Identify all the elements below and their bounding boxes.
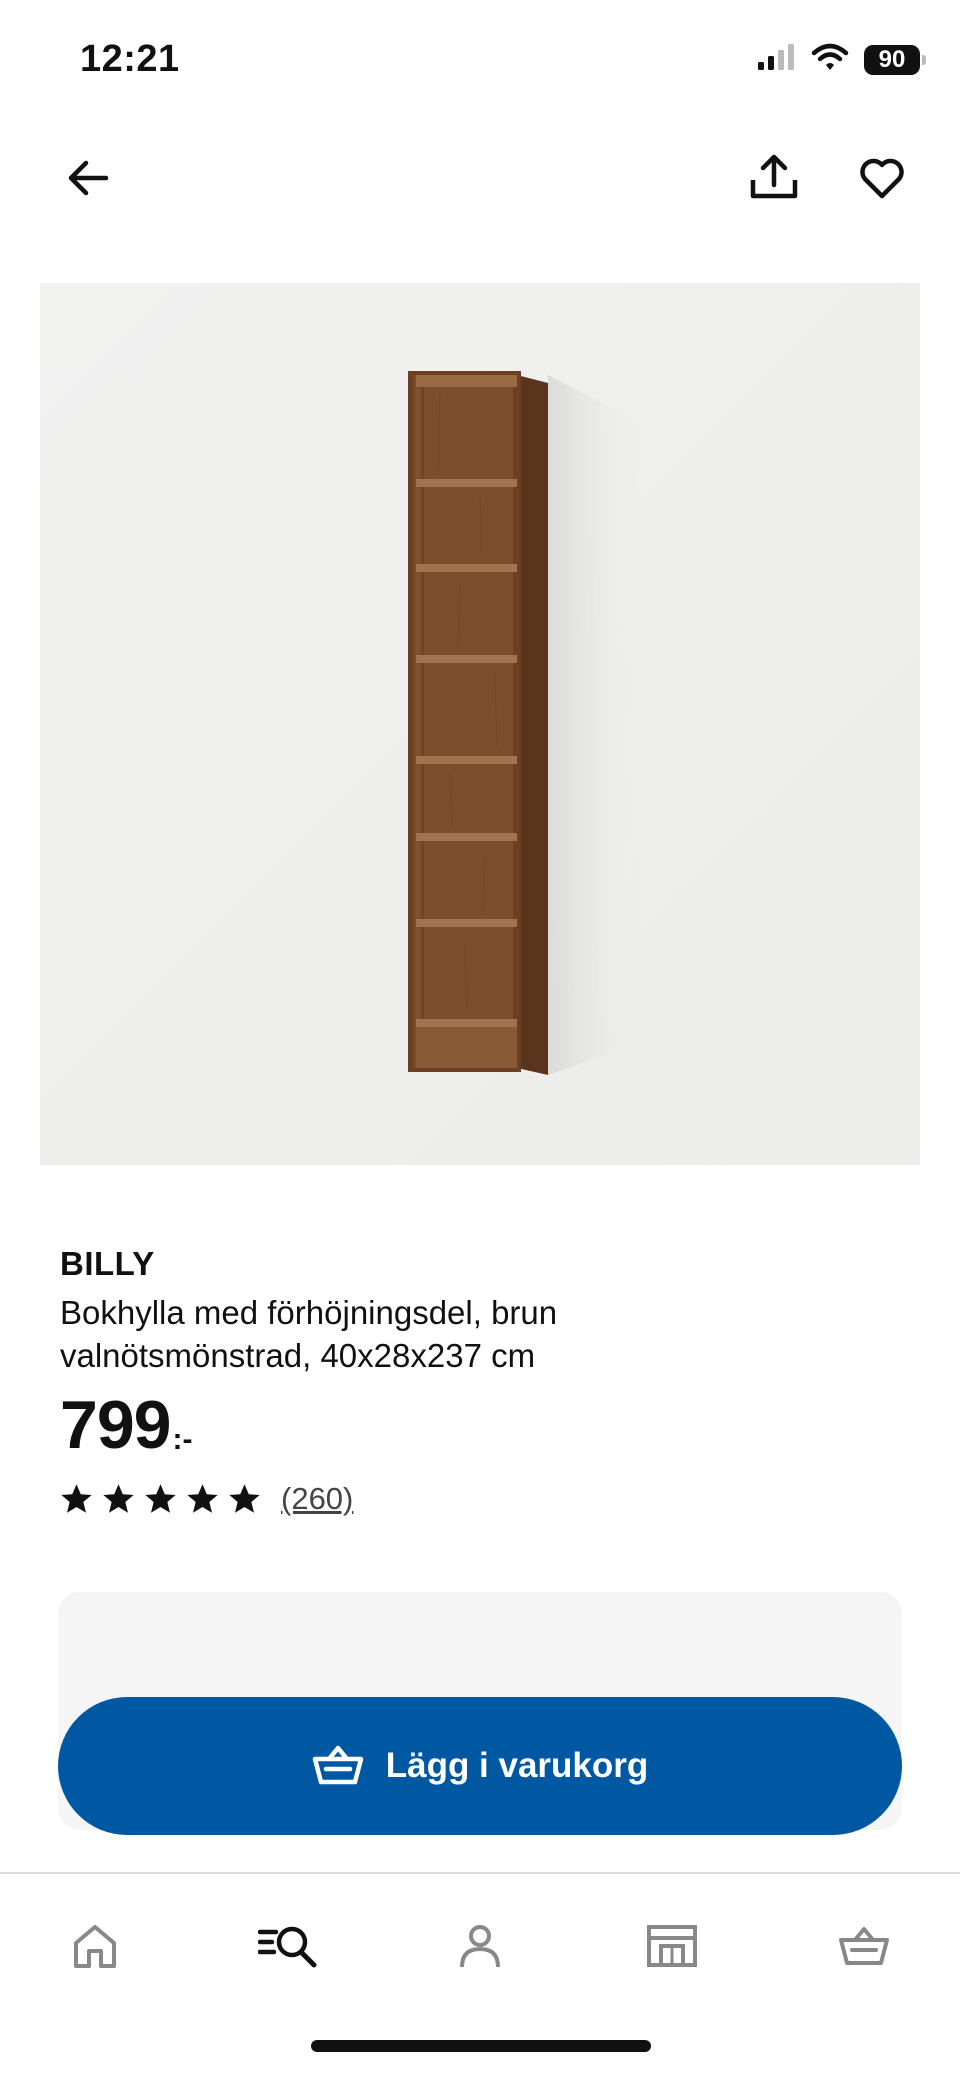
basket-icon xyxy=(312,1744,364,1789)
favourite-button[interactable] xyxy=(842,140,922,220)
arrow-left-icon xyxy=(64,154,112,207)
search-icon xyxy=(257,1923,318,1974)
price-value: 799 xyxy=(60,1387,171,1463)
top-nav xyxy=(0,130,960,230)
back-button[interactable] xyxy=(48,140,128,220)
bookshelf-illustration xyxy=(40,283,920,1165)
star-icon xyxy=(61,1484,92,1513)
store-icon xyxy=(646,1924,698,1973)
cart-basket-icon xyxy=(838,1925,890,1972)
tab-store[interactable] xyxy=(627,1908,717,1988)
wifi-icon xyxy=(810,42,850,77)
status-icons: 90 xyxy=(756,42,926,77)
product-description: Bokhylla med förhöjningsdel, brun valnöt… xyxy=(60,1294,558,1374)
price-suffix: :- xyxy=(172,1423,193,1456)
tab-profile[interactable] xyxy=(435,1908,525,1988)
home-indicator[interactable] xyxy=(311,2040,651,2052)
star-icon xyxy=(229,1484,260,1513)
tab-home[interactable] xyxy=(50,1908,140,1988)
tab-search[interactable] xyxy=(243,1908,333,1988)
product-image[interactable] xyxy=(40,283,920,1165)
heart-icon xyxy=(858,156,906,205)
battery-icon: 90 xyxy=(864,44,926,75)
product-name: BILLY xyxy=(60,1245,155,1282)
status-time: 12:21 xyxy=(80,38,180,80)
add-to-cart-label: Lägg i varukorg xyxy=(385,1746,649,1785)
star-icon xyxy=(187,1484,218,1513)
rating-row[interactable]: (260) xyxy=(60,1481,900,1517)
price: 799 :- xyxy=(60,1389,900,1461)
rating-stars xyxy=(60,1483,261,1515)
star-icon xyxy=(145,1484,176,1513)
share-icon xyxy=(748,152,800,209)
profile-icon xyxy=(457,1923,503,1974)
add-to-cart-button[interactable]: Lägg i varukorg xyxy=(58,1697,902,1835)
share-button[interactable] xyxy=(734,140,814,220)
tab-cart[interactable] xyxy=(819,1908,909,1988)
review-count-link[interactable]: (260) xyxy=(281,1481,353,1517)
star-icon xyxy=(103,1484,134,1513)
signal-icon xyxy=(756,42,796,77)
home-icon xyxy=(71,1923,119,1974)
status-bar: 12:21 90 xyxy=(0,0,960,120)
product-info: BILLY Bokhylla med förhöjningsdel, brun … xyxy=(60,1245,900,1517)
